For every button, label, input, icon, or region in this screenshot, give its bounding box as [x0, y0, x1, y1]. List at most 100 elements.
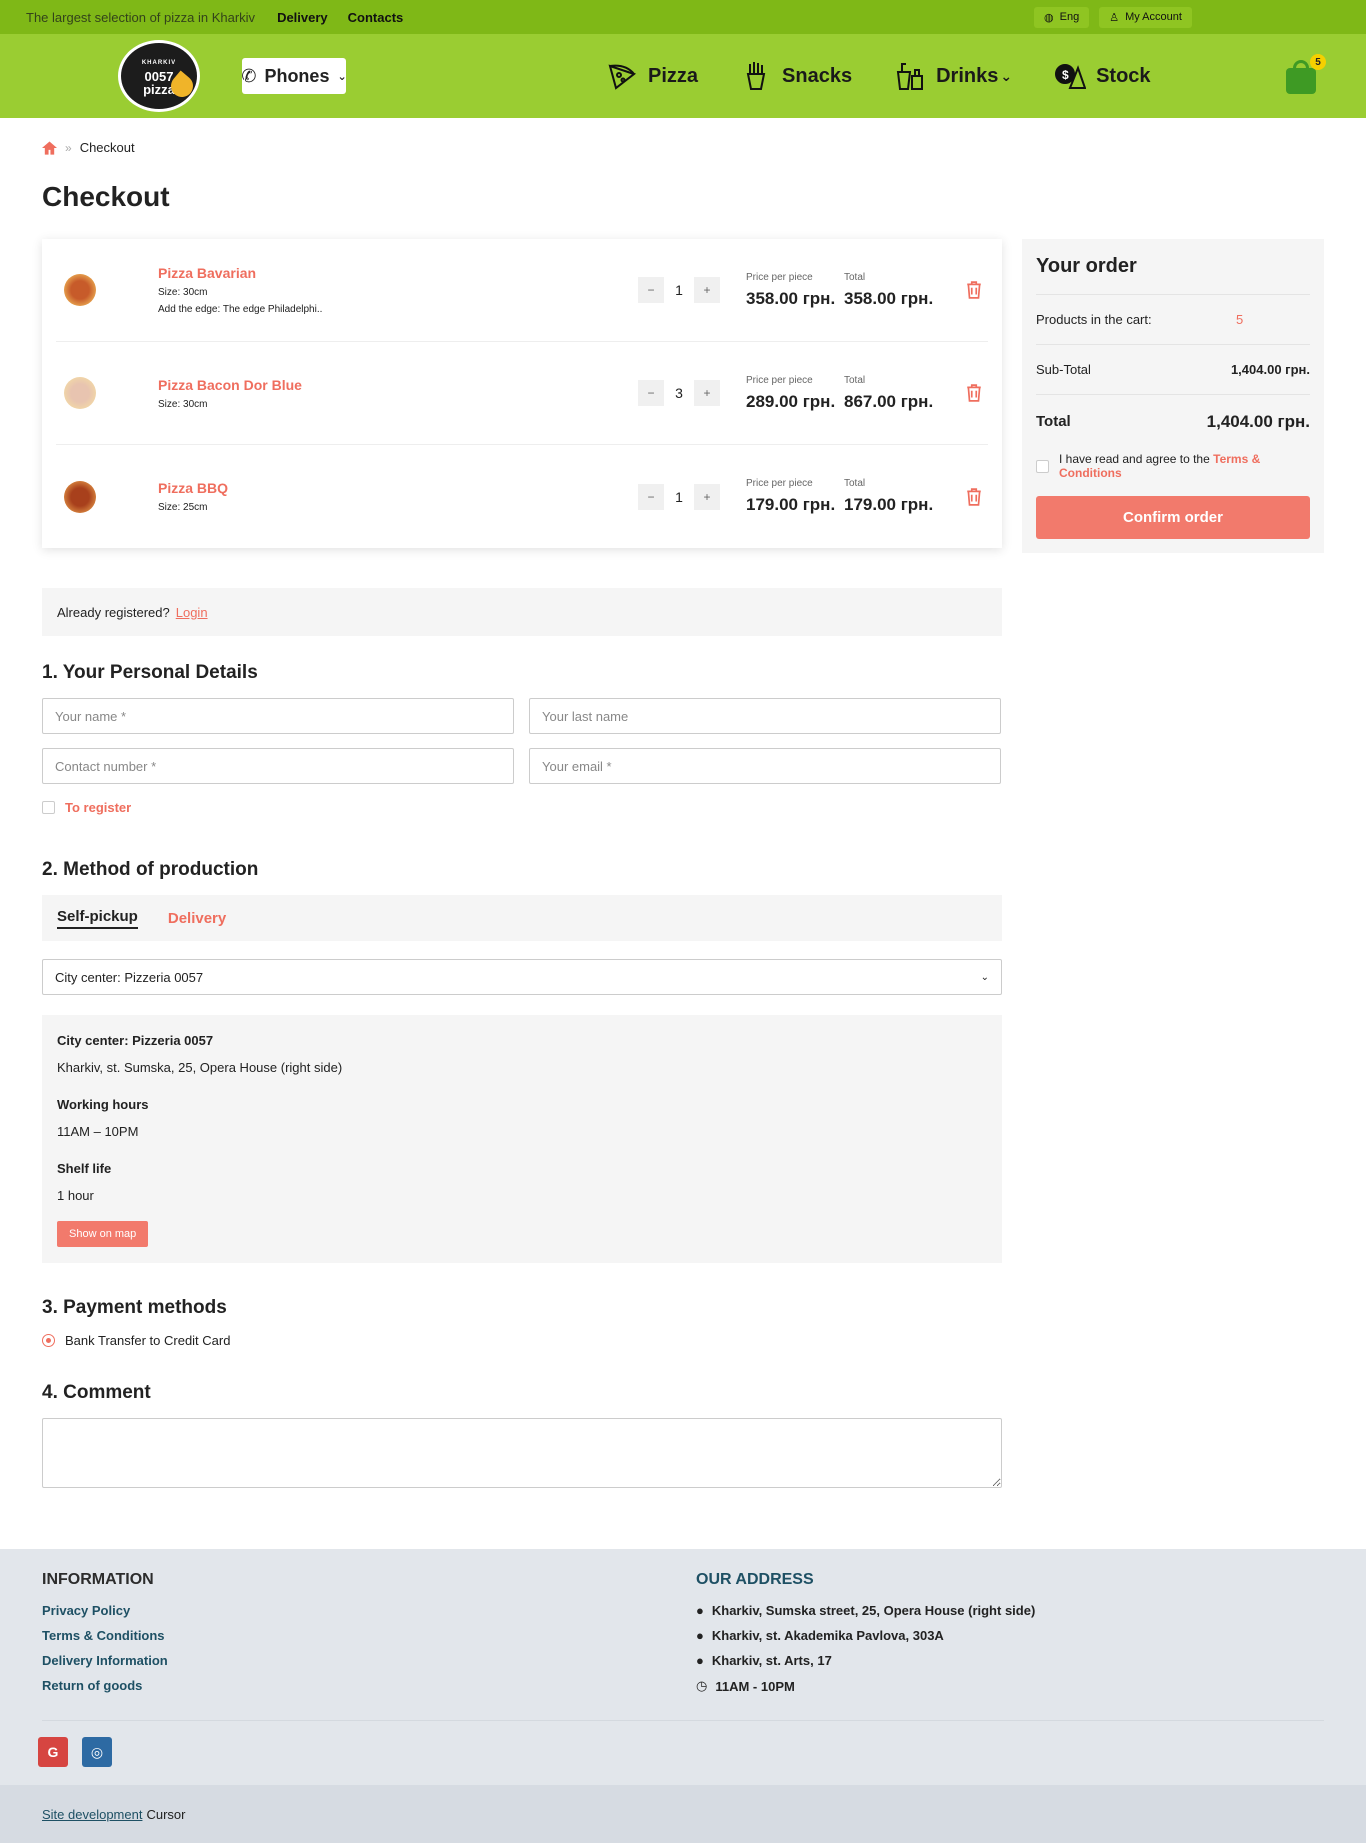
language-selector[interactable]: ◍ Eng	[1034, 6, 1090, 28]
phones-dropdown[interactable]: ✆ Phones ⌄	[241, 58, 347, 94]
drinks-icon	[896, 63, 924, 90]
price-label: Price per piece	[746, 271, 813, 283]
product-image[interactable]	[64, 480, 96, 513]
svg-text:$: $	[1062, 68, 1069, 82]
payment-label[interactable]: Bank Transfer to Credit Card	[65, 1333, 230, 1348]
product-image[interactable]	[64, 377, 96, 409]
hours-value: 11AM – 10PM	[57, 1124, 139, 1139]
chevron-down-icon: ⌄	[337, 70, 347, 83]
price-label: Price per piece	[746, 478, 813, 489]
breadcrumb-current: Checkout	[79, 140, 135, 155]
register-checkbox[interactable]	[42, 801, 55, 814]
google-icon[interactable]: G	[38, 1737, 68, 1767]
method-tabs: Self-pickup Delivery	[42, 895, 1002, 941]
decrease-button[interactable]: −	[638, 483, 664, 510]
my-account-button[interactable]: ♙ My Account	[1099, 6, 1192, 28]
site-development-link[interactable]: Site development	[42, 1807, 142, 1822]
confirm-order-button[interactable]: Confirm order	[1036, 496, 1310, 539]
decrease-button[interactable]: −	[638, 277, 664, 303]
decrease-button[interactable]: −	[638, 380, 664, 406]
tagline: The largest selection of pizza in Kharki…	[26, 9, 256, 25]
product-name[interactable]: Pizza Bacon Dor Blue	[158, 377, 638, 393]
last-name-input[interactable]	[529, 698, 1001, 734]
footer-link-privacy[interactable]: Privacy Policy	[42, 1603, 168, 1618]
social-links: G ◎	[38, 1737, 112, 1767]
main-nav: Pizza Snacks Drinks ⌄ $ Stock	[606, 60, 1151, 92]
footer-link-returns[interactable]: Return of goods	[42, 1678, 168, 1693]
phone-input[interactable]	[42, 748, 514, 784]
terms-agreement: I have read and agree to the Terms & Con…	[1036, 452, 1310, 480]
store-info: City center: Pizzeria 0057 Kharkiv, st. …	[42, 1015, 1002, 1263]
footer-link-delivery[interactable]: Delivery Information	[42, 1653, 168, 1668]
comment-title: 4. Comment	[42, 1382, 151, 1403]
increase-button[interactable]: +	[694, 380, 720, 406]
quantity-value[interactable]: 3	[664, 380, 694, 406]
product-size: Size: 25cm	[158, 502, 208, 513]
footer: INFORMATION Privacy Policy Terms & Condi…	[0, 1549, 1366, 1785]
breadcrumb: » Checkout	[42, 140, 1324, 155]
total-label: Total	[844, 478, 866, 489]
terms-checkbox[interactable]	[1036, 459, 1049, 473]
payment-option: Bank Transfer to Credit Card	[42, 1333, 1002, 1348]
total-row: Total 1,404.00 грн.	[1036, 394, 1310, 448]
order-summary: Your order Products in the cart: 5 Sub-T…	[1022, 239, 1324, 553]
globe-icon: ◍	[1044, 11, 1054, 24]
comment-textarea[interactable]	[42, 1418, 1002, 1488]
login-link[interactable]: Login	[176, 605, 208, 620]
trash-icon[interactable]	[966, 281, 982, 299]
footer-link-terms[interactable]: Terms & Conditions	[42, 1628, 168, 1643]
store-select[interactable]: City center: Pizzeria 0057 ⌄	[42, 959, 1002, 995]
price-value: 358.00 грн.	[746, 288, 836, 308]
location-pin-icon: ●	[696, 1628, 704, 1643]
top-bar: The largest selection of pizza in Kharki…	[0, 0, 1366, 34]
tab-delivery[interactable]: Delivery	[168, 910, 226, 927]
email-input[interactable]	[529, 748, 1001, 784]
show-on-map-button[interactable]: Show on map	[57, 1221, 149, 1247]
nav-stock[interactable]: $ Stock	[1054, 60, 1151, 92]
product-size: Size: 30cm	[158, 398, 208, 410]
trash-icon[interactable]	[966, 487, 982, 506]
cart-count-badge: 5	[1310, 54, 1326, 70]
product-name[interactable]: Pizza Bavarian	[158, 265, 638, 281]
total-value: 358.00 грн.	[844, 288, 934, 308]
login-prompt: Already registered? Login	[42, 588, 1002, 636]
nav-drinks[interactable]: Drinks ⌄	[894, 60, 1012, 92]
payment-radio[interactable]	[42, 1334, 55, 1347]
topbar-link-contacts[interactable]: Contacts	[348, 10, 404, 25]
quantity-value[interactable]: 1	[664, 277, 694, 303]
personal-details-title: 1. Your Personal Details	[42, 662, 258, 683]
copyright-bar: Site development Cursor	[0, 1785, 1366, 1843]
phone-icon: ✆	[241, 65, 257, 86]
products-count-row: Products in the cart: 5	[1036, 294, 1310, 344]
location-pin-icon: ●	[696, 1603, 704, 1618]
price-value: 179.00 грн.	[746, 495, 836, 514]
footer-address-title: OUR ADDRESS	[696, 1571, 814, 1588]
first-name-input[interactable]	[42, 698, 514, 734]
product-image[interactable]	[64, 274, 96, 306]
products-count: 5	[1236, 312, 1244, 327]
tab-self-pickup[interactable]: Self-pickup	[57, 908, 138, 929]
quantity-stepper: − 1 +	[638, 483, 720, 510]
footer-info-title: INFORMATION	[42, 1571, 154, 1588]
increase-button[interactable]: +	[694, 277, 720, 303]
trash-icon[interactable]	[966, 384, 982, 402]
subtotal-row: Sub-Total 1,404.00 грн.	[1036, 344, 1310, 394]
home-icon[interactable]	[42, 140, 57, 155]
developer-name: Cursor	[146, 1806, 186, 1822]
instagram-icon[interactable]: ◎	[82, 1737, 112, 1767]
register-label[interactable]: To register	[65, 800, 131, 815]
subtotal-value: 1,404.00 грн.	[1230, 362, 1310, 377]
clock-icon: ◷	[696, 1678, 708, 1693]
nav-snacks[interactable]: Snacks	[740, 60, 852, 92]
nav-pizza[interactable]: Pizza	[606, 60, 698, 92]
product-extra: Add the edge: The edge Philadelphi..	[158, 304, 323, 315]
cart-button[interactable]: 5	[1284, 54, 1326, 94]
quantity-value[interactable]: 1	[664, 483, 694, 510]
pizza-icon	[608, 64, 637, 90]
register-option: To register	[42, 800, 1002, 815]
topbar-link-delivery[interactable]: Delivery	[277, 10, 328, 25]
increase-button[interactable]: +	[694, 483, 720, 510]
footer-divider	[42, 1720, 1324, 1721]
logo[interactable]: KHARKIV 0057 pizza	[118, 40, 200, 112]
product-name[interactable]: Pizza BBQ	[158, 480, 638, 496]
